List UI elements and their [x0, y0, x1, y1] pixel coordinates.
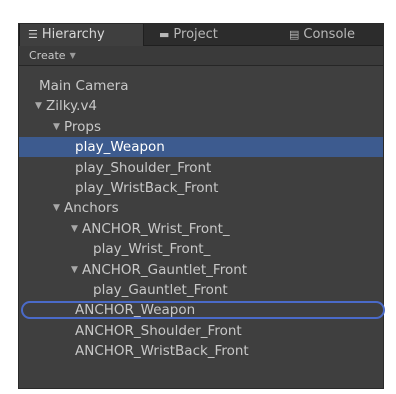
tree-item[interactable]: ▼ Zilky.v4: [19, 96, 383, 116]
tree-item-label: play_WristBack_Front: [75, 180, 219, 196]
expand-arrow-icon[interactable]: ▼: [71, 260, 78, 280]
tree-item-label: ANCHOR_Shoulder_Front: [75, 322, 242, 339]
expand-arrow-icon[interactable]: ▼: [71, 219, 78, 239]
tree-item[interactable]: play_Gauntlet_Front: [19, 280, 383, 300]
create-button[interactable]: Create ▼: [25, 48, 80, 63]
tree-item-label: Zilky.v4: [46, 98, 98, 115]
tree-item-label: Anchors: [64, 200, 119, 217]
tab-console[interactable]: ▤ Console: [289, 24, 355, 46]
tree-item[interactable]: ANCHOR_Shoulder_Front: [19, 321, 383, 341]
hierarchy-window: ☰ Hierarchy ▬ Project ▤ Console Create ▼ Mai…: [18, 23, 385, 389]
tab-project[interactable]: ▬ Project: [159, 24, 218, 46]
tree-item[interactable]: play_Wrist_Front_: [19, 239, 383, 259]
tab-hierarchy-label: Hierarchy: [41, 27, 105, 42]
expand-arrow-icon[interactable]: ▼: [53, 198, 60, 218]
hierarchy-toolbar: Create ▼: [19, 46, 383, 66]
tree-item[interactable]: play_WristBack_Front: [19, 178, 383, 198]
tree-item-label: play_Gauntlet_Front: [93, 282, 228, 298]
tree-item-label: Main Camera: [39, 78, 129, 94]
folder-icon: ▬: [159, 28, 170, 41]
expand-arrow-icon[interactable]: ▼: [35, 96, 42, 116]
create-button-label: Create: [29, 49, 66, 62]
tree-item-label: play_Wrist_Front_: [93, 241, 211, 258]
tree-item-label: ANCHOR_Gauntlet_Front: [82, 261, 248, 278]
tree-item-label: play_Weapon: [75, 139, 165, 156]
tree-item-label: ANCHOR_Wrist_Front_: [82, 220, 230, 237]
tree-item-label: Props: [64, 118, 102, 135]
tree-item[interactable]: Main Camera: [19, 76, 383, 96]
expand-arrow-icon[interactable]: ▼: [53, 117, 60, 137]
tree-item[interactable]: ANCHOR_Weapon: [19, 300, 383, 320]
tree-item[interactable]: play_Shoulder_Front: [19, 158, 383, 178]
tree-item[interactable]: ▼ ANCHOR_Gauntlet_Front: [19, 260, 383, 280]
list-icon: ☰: [28, 28, 38, 41]
tab-console-label: Console: [303, 27, 356, 42]
tab-bar: ☰ Hierarchy ▬ Project ▤ Console: [19, 24, 383, 46]
tree-item[interactable]: ▼ ANCHOR_Wrist_Front_: [19, 219, 383, 239]
tree-item[interactable]: ▼ Props: [19, 117, 383, 137]
tree-item-selected[interactable]: play_Weapon: [19, 137, 383, 158]
chevron-down-icon: ▼: [69, 51, 76, 60]
tree-item[interactable]: ▼ Anchors: [19, 198, 383, 218]
tab-project-label: Project: [173, 27, 218, 42]
tree-item-label: play_Shoulder_Front: [75, 159, 212, 176]
tree-item-label: ANCHOR_Weapon: [75, 302, 196, 319]
tree-item[interactable]: ANCHOR_WristBack_Front: [19, 341, 383, 361]
console-icon: ▤: [289, 28, 300, 41]
tree-item-label: ANCHOR_WristBack_Front: [75, 343, 249, 360]
tab-hierarchy[interactable]: ☰ Hierarchy: [19, 24, 144, 46]
